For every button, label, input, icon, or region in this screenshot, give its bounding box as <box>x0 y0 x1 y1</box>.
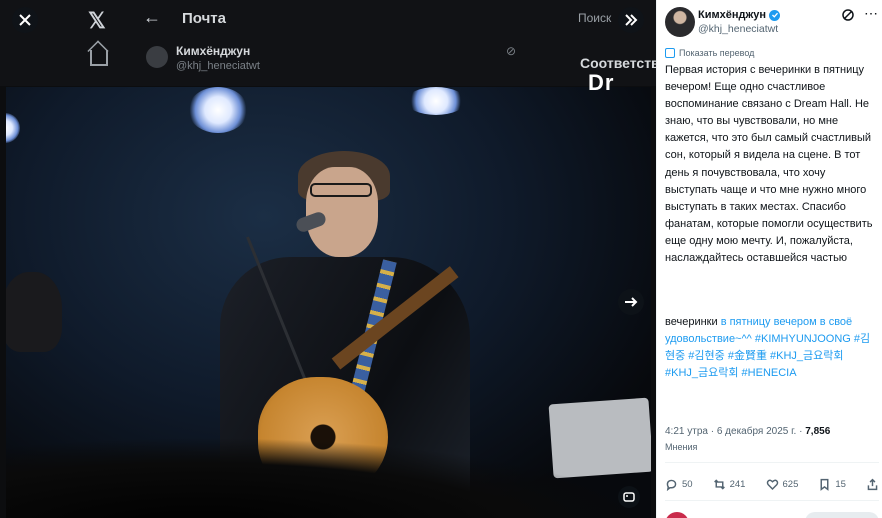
tweet-meta: 4:21 утра · 6 декабря 2025 г. · 7,856 <box>665 426 831 437</box>
tweet-views-count: 7,856 <box>805 426 831 437</box>
tweet-date[interactable]: 6 декабря 2025 г. <box>717 426 797 437</box>
image-alt-icon <box>623 492 635 502</box>
like-button[interactable]: 625 <box>766 478 799 491</box>
app-root: 𝕏 ← Почта Поиск Кимхёнджун @khj_heneciat… <box>0 0 882 518</box>
reply-count: 50 <box>682 478 693 490</box>
author-name[interactable]: Кимхёнджун <box>698 9 781 21</box>
collapse-panel-button[interactable] <box>618 7 644 33</box>
hashtags-prefix: вечеринки <box>665 316 718 328</box>
tweet-body: Первая история с вечеринки в пятницу веч… <box>665 64 873 265</box>
stage-logo-text: Dr <box>588 70 615 95</box>
tweet-time[interactable]: 4:21 утра <box>665 426 708 437</box>
bookmark-icon <box>820 478 829 491</box>
next-image-button[interactable] <box>618 289 644 315</box>
verified-badge-icon <box>769 9 781 21</box>
media-viewer: 𝕏 ← Почта Поиск Кимхёнджун @khj_heneciat… <box>0 0 656 518</box>
like-count: 625 <box>782 478 799 490</box>
author-name-text: Кимхёнджун <box>698 9 767 21</box>
reply-icon <box>666 479 677 491</box>
grok-icon: ⊘ <box>506 44 517 58</box>
translate-row[interactable]: Показать перевод <box>665 48 754 58</box>
arrow-right-icon <box>625 297 638 307</box>
background-subscribe-label: Соответств <box>580 55 656 71</box>
bookmark-button[interactable]: 15 <box>818 478 846 491</box>
divider <box>665 462 879 463</box>
x-logo-icon: 𝕏 <box>88 8 106 33</box>
retweet-count: 241 <box>729 478 746 490</box>
current-user-avatar[interactable] <box>665 512 689 518</box>
translate-icon <box>665 48 675 58</box>
stage-light <box>406 87 466 115</box>
heart-icon <box>766 479 778 490</box>
background-profile-handle: @khj_heneciatwt <box>176 60 260 72</box>
bookmark-count: 15 <box>835 478 846 490</box>
musician-left <box>6 272 62 352</box>
background-avatar <box>146 46 168 68</box>
background-profile-name: Кимхёнджун <box>176 44 251 58</box>
image-alt-button[interactable] <box>618 486 640 508</box>
share-icon <box>867 478 878 490</box>
tweet-panel: Кимхёнджун @khj_heneciatwt ⋯ Показать пе… <box>656 0 882 518</box>
tweet-actions: 50 241 625 15 <box>665 474 879 494</box>
home-icon <box>90 50 108 66</box>
retweet-icon <box>713 478 725 490</box>
retweet-button[interactable]: 241 <box>713 478 746 491</box>
grok-icon[interactable] <box>841 8 855 22</box>
tweet-hashtags: вечеринки в пятницу вечером в своё удово… <box>665 314 879 382</box>
concert-photo[interactable] <box>6 87 651 518</box>
reply-input[interactable] <box>805 512 879 518</box>
back-arrow-icon: ← <box>143 7 161 27</box>
stage-light <box>6 113 20 143</box>
show-translation-link[interactable]: Показать перевод <box>679 48 754 58</box>
author-handle[interactable]: @khj_heneciatwt <box>698 23 778 35</box>
reply-button[interactable]: 50 <box>665 478 693 491</box>
background-page-title: Почта <box>182 10 226 27</box>
tweet-views-label: Мнения <box>665 442 698 452</box>
background-search-input: Поиск <box>578 11 612 25</box>
close-icon <box>19 14 31 26</box>
chevrons-right-icon <box>625 14 638 26</box>
crowd-silhouette <box>6 437 651 518</box>
close-button[interactable] <box>12 7 38 33</box>
divider <box>665 500 879 501</box>
stage-light <box>188 87 248 133</box>
singer-glasses <box>310 183 372 197</box>
share-button[interactable] <box>866 478 879 491</box>
more-options-icon[interactable]: ⋯ <box>864 5 879 22</box>
author-avatar[interactable] <box>665 7 695 37</box>
